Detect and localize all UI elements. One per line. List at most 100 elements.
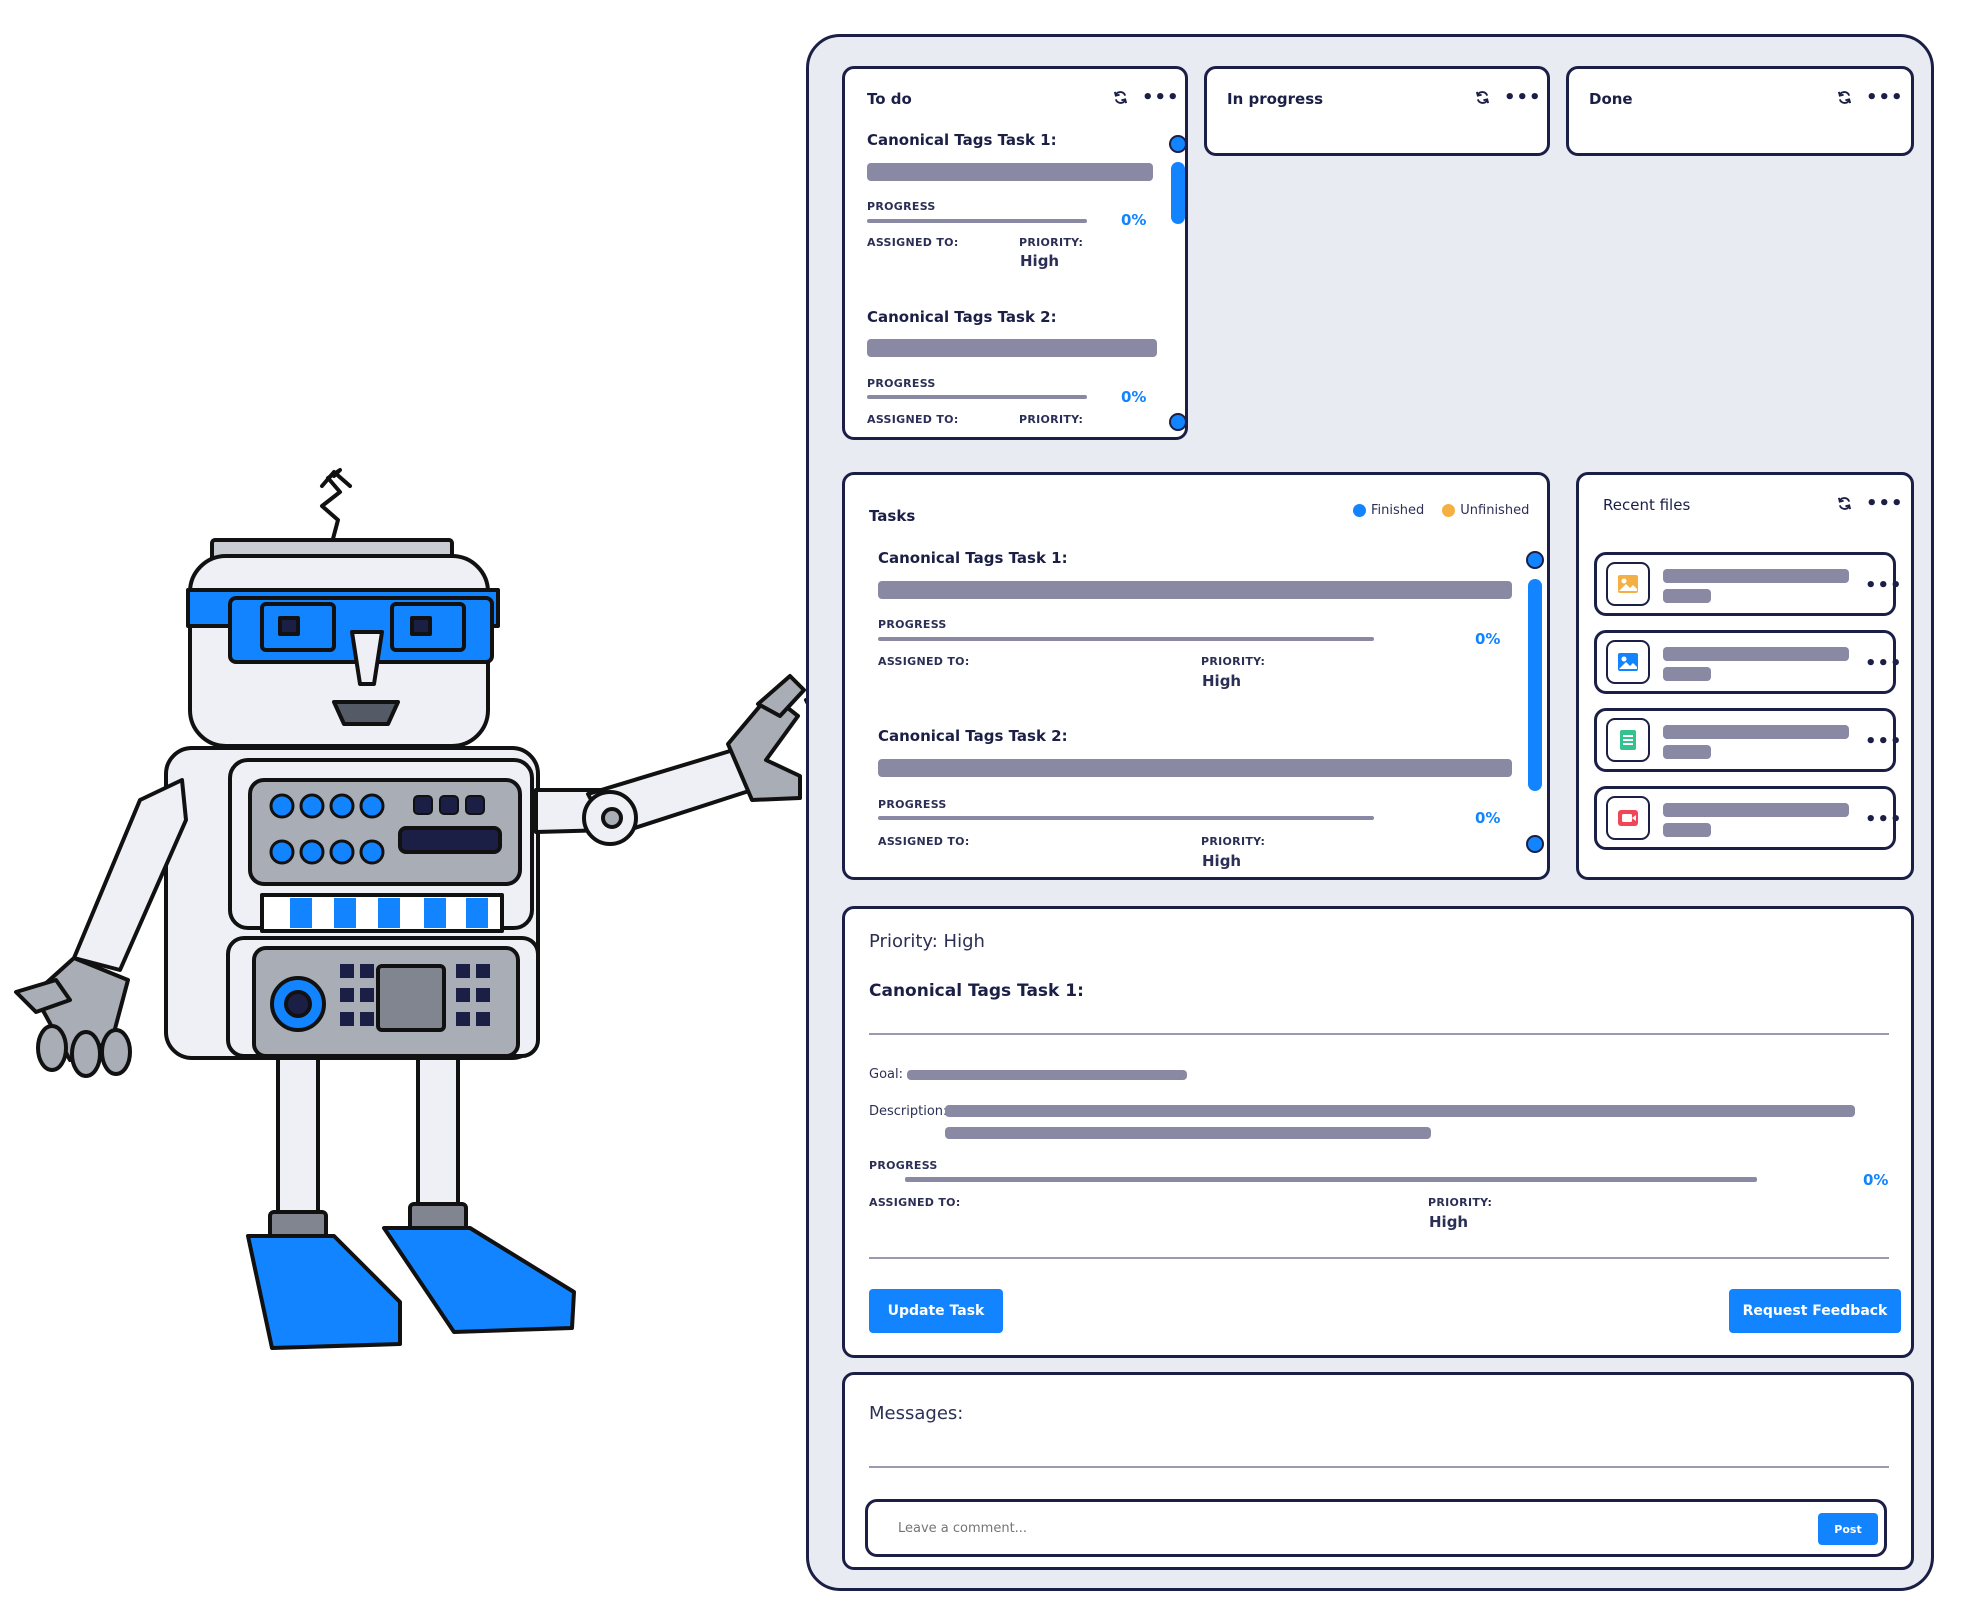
task-detail-panel: Priority: High Canonical Tags Task 1: Go… [842, 906, 1914, 1358]
messages-title: Messages: [869, 1403, 964, 1424]
placeholder-bar [1663, 803, 1849, 817]
scroll-down-button[interactable] [1526, 835, 1544, 853]
progress-value: 0% [1475, 809, 1501, 827]
refresh-icon[interactable] [1475, 90, 1490, 105]
progress-track [878, 816, 1374, 820]
progress-label: PROGRESS [878, 618, 947, 631]
image-icon [1606, 562, 1650, 606]
column-in-progress: In progress ••• [1204, 66, 1550, 156]
file-row[interactable]: ••• [1594, 708, 1902, 772]
progress-label: PROGRESS [878, 798, 947, 811]
image-icon [1606, 640, 1650, 684]
progress-track [878, 637, 1374, 641]
task-card[interactable]: Canonical Tags Task 2: [878, 727, 1378, 745]
file-row[interactable]: ••• [1594, 630, 1902, 694]
placeholder-bar [1663, 569, 1849, 583]
goal-label: Goal: [869, 1067, 903, 1082]
request-feedback-button[interactable]: Request Feedback [1729, 1289, 1901, 1333]
divider [869, 1257, 1889, 1259]
task-card[interactable]: Canonical Tags Task 2: [867, 308, 1157, 326]
more-options-icon[interactable]: ••• [1142, 88, 1180, 106]
assigned-label: ASSIGNED TO: [867, 413, 959, 426]
file-options-icon[interactable]: ••• [1865, 811, 1903, 829]
task-title: Canonical Tags Task 2: [867, 308, 1057, 326]
priority-label: PRIORITY: [1428, 1196, 1493, 1209]
tasks-panel: Tasks Finished Unfinished Canonical Tags… [842, 472, 1550, 880]
post-button[interactable]: Post [1818, 1513, 1878, 1545]
file-row[interactable]: ••• [1594, 786, 1902, 850]
progress-value: 0% [1475, 630, 1501, 648]
assigned-label: ASSIGNED TO: [878, 655, 970, 668]
column-title: Done [1589, 90, 1633, 108]
task-card[interactable]: Canonical Tags Task 1: [867, 131, 1157, 149]
priority-value: High [1429, 1213, 1469, 1231]
task-title: Canonical Tags Task 1: [867, 131, 1057, 149]
progress-label: PROGRESS [867, 377, 936, 390]
legend-unfinished: Unfinished [1442, 503, 1529, 518]
placeholder-bar [867, 163, 1153, 181]
placeholder-bar [1663, 589, 1711, 603]
recent-files-panel: Recent files ••• ••• ••• ••• ••• [1576, 472, 1914, 880]
more-options-icon[interactable]: ••• [1866, 494, 1904, 512]
progress-track [905, 1177, 1757, 1182]
more-options-icon[interactable]: ••• [1504, 88, 1542, 106]
document-icon [1606, 718, 1650, 762]
priority-label: PRIORITY: [1019, 413, 1084, 426]
divider [869, 1033, 1889, 1035]
file-options-icon[interactable]: ••• [1865, 577, 1903, 595]
assigned-label: ASSIGNED TO: [878, 835, 970, 848]
task-title: Canonical Tags Task 1: [869, 981, 1084, 1001]
scroll-up-button[interactable] [1526, 551, 1544, 569]
divider [869, 1466, 1889, 1468]
priority-label: PRIORITY: [1019, 236, 1084, 249]
description-placeholder-bar [945, 1127, 1431, 1139]
legend-finished: Finished [1353, 503, 1424, 518]
progress-label: PROGRESS [867, 200, 936, 213]
assigned-label: ASSIGNED TO: [869, 1196, 961, 1209]
refresh-icon[interactable] [1837, 90, 1852, 105]
refresh-icon[interactable] [1837, 496, 1852, 511]
description-label: Description: [869, 1104, 948, 1119]
progress-track [867, 395, 1087, 399]
legend-dot-unfinished [1442, 504, 1456, 517]
file-options-icon[interactable]: ••• [1865, 733, 1903, 751]
placeholder-bar [1663, 745, 1711, 759]
file-options-icon[interactable]: ••• [1865, 655, 1903, 673]
column-done: Done ••• [1566, 66, 1914, 156]
assigned-label: ASSIGNED TO: [867, 236, 959, 249]
legend-label: Unfinished [1460, 503, 1530, 518]
priority-line: Priority: High [869, 931, 985, 952]
video-icon [1606, 796, 1650, 840]
refresh-icon[interactable] [1113, 90, 1128, 105]
progress-label: PROGRESS [869, 1159, 938, 1172]
scroll-down-button[interactable] [1169, 413, 1187, 431]
placeholder-bar [1663, 667, 1711, 681]
progress-value: 0% [1121, 211, 1147, 229]
column-title: To do [867, 90, 912, 108]
priority-value: High [1202, 852, 1242, 870]
robot-mascot-illustration [14, 468, 868, 1350]
more-options-icon[interactable]: ••• [1866, 88, 1904, 106]
file-row[interactable]: ••• [1594, 552, 1902, 616]
placeholder-bar [878, 581, 1512, 599]
placeholder-bar [1663, 823, 1711, 837]
progress-value: 0% [1863, 1171, 1889, 1189]
task-title: Canonical Tags Task 1: [878, 549, 1068, 567]
placeholder-bar [1663, 647, 1849, 661]
legend-dot-finished [1353, 504, 1366, 517]
task-title: Canonical Tags Task 2: [878, 727, 1068, 745]
comment-input[interactable] [898, 1516, 1778, 1540]
panel-title: Tasks [869, 507, 916, 525]
panel-title: Recent files [1603, 496, 1691, 514]
task-card[interactable]: Canonical Tags Task 1: [878, 549, 1378, 567]
priority-label: PRIORITY: [1201, 655, 1266, 668]
scroll-up-button[interactable] [1169, 135, 1187, 153]
update-task-button[interactable]: Update Task [869, 1289, 1003, 1333]
scrollbar-thumb[interactable] [1171, 162, 1185, 224]
progress-track [867, 219, 1087, 223]
placeholder-bar [1663, 725, 1849, 739]
messages-panel: Messages: Post [842, 1372, 1914, 1570]
scrollbar-thumb[interactable] [1528, 579, 1542, 791]
goal-placeholder-bar [907, 1070, 1187, 1080]
legend-label: Finished [1371, 503, 1425, 518]
